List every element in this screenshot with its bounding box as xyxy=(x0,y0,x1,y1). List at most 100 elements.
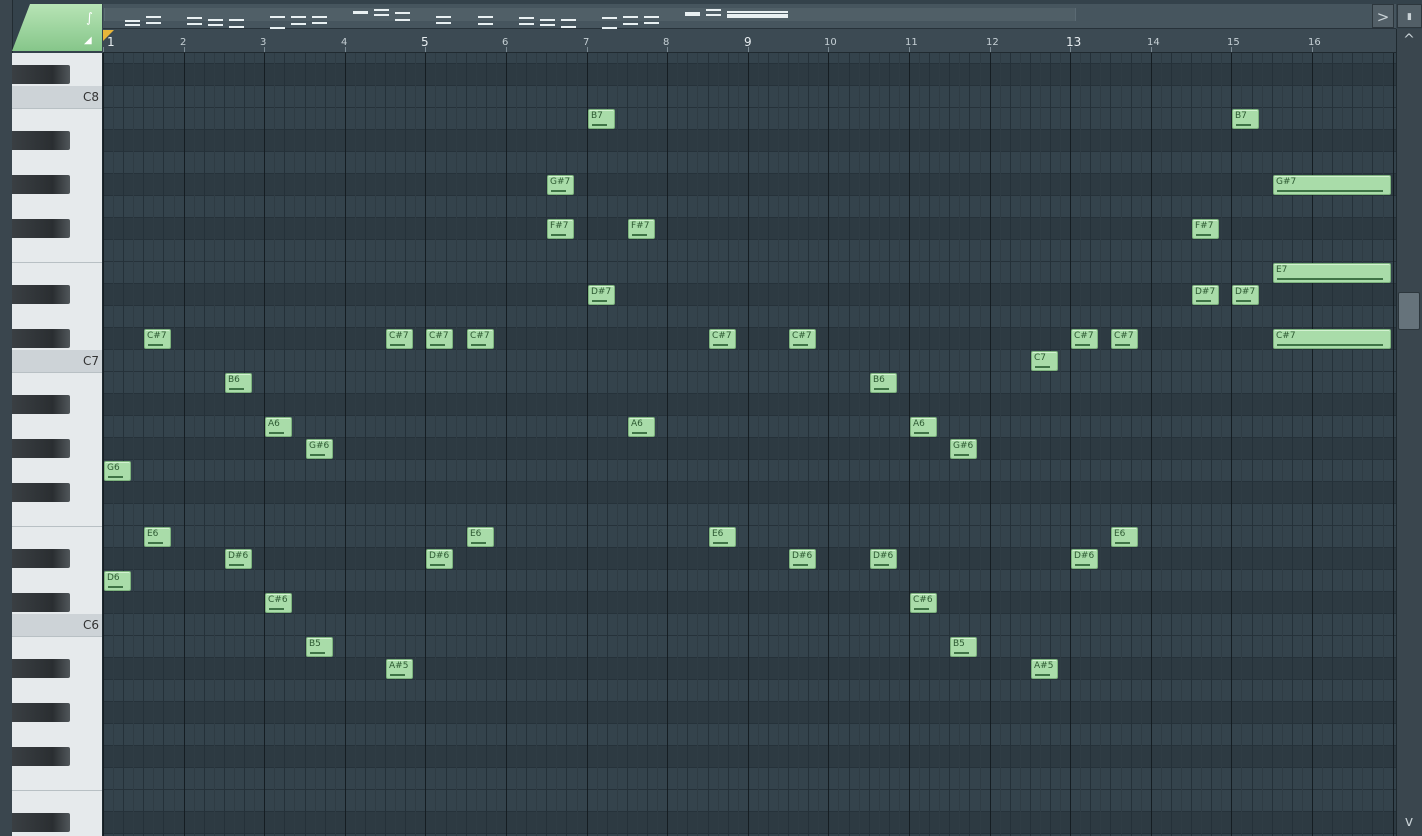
black-key[interactable] xyxy=(12,593,70,612)
timeline-ruler[interactable]: 1 2 3 4 5 6 7 8 9 10 11 12 13 14 15 16 xyxy=(103,29,1396,53)
note-block[interactable]: G#6 xyxy=(950,439,977,459)
black-key[interactable] xyxy=(12,131,70,150)
overview-note xyxy=(540,24,555,26)
stairs-tool-icon[interactable]: ∫ xyxy=(86,12,93,25)
window-menu-button[interactable]: ▮ xyxy=(1397,4,1422,28)
note-block[interactable]: A#5 xyxy=(386,659,413,679)
black-key[interactable] xyxy=(12,329,70,348)
step-line xyxy=(284,53,285,836)
vertical-scrollbar[interactable] xyxy=(1396,29,1422,836)
note-block[interactable]: G#7 xyxy=(1273,175,1391,195)
note-block[interactable]: C#7 xyxy=(1111,329,1138,349)
note-block[interactable]: A6 xyxy=(265,417,292,437)
note-block[interactable]: C#6 xyxy=(265,593,292,613)
note-label: C#7 xyxy=(1074,331,1094,341)
note-block[interactable]: C#7 xyxy=(144,329,171,349)
note-block[interactable]: C#7 xyxy=(789,329,816,349)
note-label: D6 xyxy=(107,573,120,583)
note-block[interactable]: B6 xyxy=(225,373,252,393)
note-velocity-bar xyxy=(1236,300,1251,302)
note-block[interactable]: D#6 xyxy=(426,549,453,569)
note-block[interactable]: B5 xyxy=(950,637,977,657)
scroll-up-arrow-icon[interactable]: ^ xyxy=(1398,30,1420,50)
note-block[interactable]: C7 xyxy=(1031,351,1058,371)
black-key[interactable] xyxy=(12,703,70,722)
note-block[interactable]: D#6 xyxy=(789,549,816,569)
step-line xyxy=(1050,53,1051,836)
note-block[interactable]: C#7 xyxy=(467,329,494,349)
grid-row-line xyxy=(103,195,1396,196)
step-line xyxy=(385,53,386,836)
note-block[interactable]: E6 xyxy=(1111,527,1138,547)
black-key[interactable] xyxy=(12,175,70,194)
note-block[interactable]: A#5 xyxy=(1031,659,1058,679)
black-key[interactable] xyxy=(12,483,70,502)
scroll-down-arrow-icon[interactable]: v xyxy=(1398,812,1420,832)
overview-view-window[interactable] xyxy=(104,8,1076,21)
note-block[interactable]: C#6 xyxy=(910,593,937,613)
note-block[interactable]: C#7 xyxy=(1071,329,1098,349)
note-block[interactable]: E6 xyxy=(467,527,494,547)
note-block[interactable]: D#6 xyxy=(870,549,897,569)
bar-number: 14 xyxy=(1147,37,1160,48)
note-block[interactable]: B6 xyxy=(870,373,897,393)
note-block[interactable]: B7 xyxy=(1232,109,1259,129)
event-overview-strip[interactable] xyxy=(103,4,1396,29)
note-label: C#7 xyxy=(389,331,409,341)
grid-row-black-key xyxy=(103,746,1396,768)
note-block[interactable]: D#6 xyxy=(225,549,252,569)
overview-note xyxy=(229,26,244,28)
note-block[interactable]: A6 xyxy=(910,417,937,437)
step-line xyxy=(405,53,406,836)
note-block[interactable]: D#7 xyxy=(588,285,615,305)
black-key[interactable] xyxy=(12,395,70,414)
note-block[interactable]: A6 xyxy=(628,417,655,437)
black-key[interactable] xyxy=(12,439,70,458)
step-line xyxy=(838,53,839,836)
note-block[interactable]: C#7 xyxy=(426,329,453,349)
step-line xyxy=(194,53,195,836)
black-key[interactable] xyxy=(12,813,70,832)
scroll-right-button[interactable]: > xyxy=(1372,4,1394,28)
step-line xyxy=(597,53,598,836)
note-block[interactable]: F#7 xyxy=(1192,219,1219,239)
note-block[interactable]: E6 xyxy=(144,527,171,547)
note-grid[interactable]: G6 D6 C#7 E6 B6 D#6 A6 C#6 G#6 B5 C#7 A#5 C#7 D#6 C#7 E… xyxy=(103,53,1396,836)
note-label: E6 xyxy=(147,529,159,539)
grid-row-line xyxy=(103,767,1396,768)
note-block[interactable]: D6 xyxy=(104,571,131,591)
bar-line xyxy=(506,53,507,836)
vertical-scroll-thumb[interactable] xyxy=(1398,292,1420,330)
note-block[interactable]: G#6 xyxy=(306,439,333,459)
black-key[interactable] xyxy=(12,659,70,678)
grid-row-line xyxy=(103,107,1396,108)
black-key[interactable] xyxy=(12,219,70,238)
black-key[interactable] xyxy=(12,65,70,84)
note-block[interactable]: E6 xyxy=(709,527,736,547)
black-key[interactable] xyxy=(12,549,70,568)
tools-tab[interactable]: ∫ ◢ xyxy=(12,4,102,51)
note-block[interactable]: C#7 xyxy=(709,329,736,349)
note-block[interactable]: G6 xyxy=(104,461,131,481)
note-block[interactable]: B5 xyxy=(306,637,333,657)
note-block[interactable]: D#7 xyxy=(1192,285,1219,305)
octave-label: C7 xyxy=(82,354,99,368)
note-block[interactable]: G#7 xyxy=(547,175,574,195)
note-block[interactable]: C#7 xyxy=(386,329,413,349)
black-key[interactable] xyxy=(12,285,70,304)
note-velocity-bar xyxy=(1196,234,1211,236)
note-block[interactable]: D#6 xyxy=(1071,549,1098,569)
note-block[interactable]: C#7 xyxy=(1273,329,1391,349)
note-block[interactable]: F#7 xyxy=(547,219,574,239)
black-key[interactable] xyxy=(12,747,70,766)
step-line xyxy=(1171,53,1172,836)
playhead-marker[interactable] xyxy=(103,30,114,41)
note-block[interactable]: F#7 xyxy=(628,219,655,239)
grid-row-line xyxy=(103,239,1396,240)
note-block[interactable]: E7 xyxy=(1273,263,1391,283)
piano-keyboard[interactable]: C8 C7 C6 xyxy=(12,53,103,836)
note-label: C7 xyxy=(1034,353,1047,363)
note-block[interactable]: D#7 xyxy=(1232,285,1259,305)
ruler-tick xyxy=(1151,47,1152,52)
note-block[interactable]: B7 xyxy=(588,109,615,129)
